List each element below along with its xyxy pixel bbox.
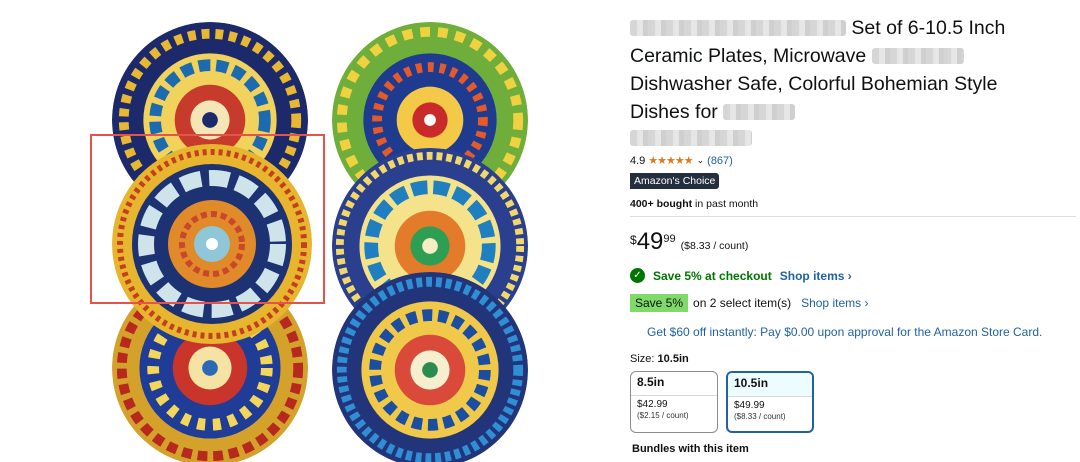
amazons-choice-badge: Amazon's Choice: [630, 173, 720, 189]
redacted-text: [630, 130, 752, 146]
bought-count-bold: 400+ bought: [630, 198, 693, 210]
size-label: Size: 10.5in: [630, 353, 1076, 365]
bundles-heading: Bundles with this item: [632, 443, 749, 455]
bought-count: 400+ bought in past month: [630, 198, 1076, 210]
checkout-savings: ✓ Save 5% at checkout Shop items ›: [630, 268, 1076, 283]
highlight-box: [90, 134, 325, 304]
promo-badge: Save 5%: [630, 294, 689, 312]
redacted-text: [723, 104, 796, 120]
size-option-8-5in[interactable]: 8.5in $42.99 ($2.15 / count): [630, 371, 718, 433]
size-option-price: $42.99: [637, 399, 668, 410]
savings-text: Save 5% at checkout: [653, 268, 772, 283]
shop-items-link[interactable]: Shop items ›: [780, 269, 852, 283]
size-option-name: 8.5in: [637, 375, 665, 389]
size-option-unit-price: ($2.15 / count): [637, 411, 689, 420]
star-rating-icon[interactable]: ★★★★★: [648, 154, 693, 167]
bought-count-text: in past month: [692, 198, 759, 210]
rating-value: 4.9: [630, 154, 646, 167]
size-option-price: $49.99: [734, 400, 765, 411]
price: $ 49 99 ($8.33 / count): [630, 230, 1076, 254]
product-info: Set of 6-10.5 Inch Ceramic Plates, Micro…: [630, 14, 1076, 455]
size-option-10-5in[interactable]: 10.5in $49.99 ($8.33 / count): [726, 371, 814, 433]
rating-row: 4.9 ★★★★★ ⌄ (867): [630, 154, 1076, 168]
promo-savings: Save 5% on 2 select item(s) Shop items ›: [630, 294, 1076, 312]
product-title[interactable]: Set of 6-10.5 Inch Ceramic Plates, Micro…: [630, 14, 1070, 126]
price-symbol: $: [630, 233, 637, 247]
store-card-offer-link[interactable]: Get $60 off instantly: Pay $0.00 upon ap…: [647, 325, 1076, 339]
redacted-text: [871, 48, 964, 64]
size-selector: 8.5in $42.99 ($2.15 / count) 10.5in $49.…: [630, 371, 1076, 433]
title-text: Dishwasher Safe, Colorful Bohemian Style: [630, 73, 998, 95]
product-image[interactable]: [80, 10, 550, 462]
price-whole: 49: [636, 228, 664, 255]
size-option-unit-price: ($8.33 / count): [734, 412, 786, 421]
size-option-name: 10.5in: [728, 373, 812, 396]
brand-link[interactable]: [630, 130, 1076, 148]
shop-items-link[interactable]: Shop items ›: [801, 296, 868, 310]
divider: [630, 216, 1076, 217]
promo-text: on 2 select item(s): [693, 296, 792, 310]
unit-price: ($8.33 / count): [680, 240, 749, 252]
chevron-down-icon[interactable]: ⌄: [697, 155, 705, 166]
size-selected-value: 10.5in: [657, 353, 689, 365]
price-fraction: 99: [663, 233, 676, 245]
review-count-link[interactable]: (867): [707, 155, 733, 167]
size-label-text: Size:: [630, 353, 655, 365]
checkmark-icon: ✓: [630, 268, 645, 283]
redacted-text: [630, 20, 846, 36]
title-text: Dishes for: [630, 101, 718, 123]
plate-image: [332, 272, 528, 462]
